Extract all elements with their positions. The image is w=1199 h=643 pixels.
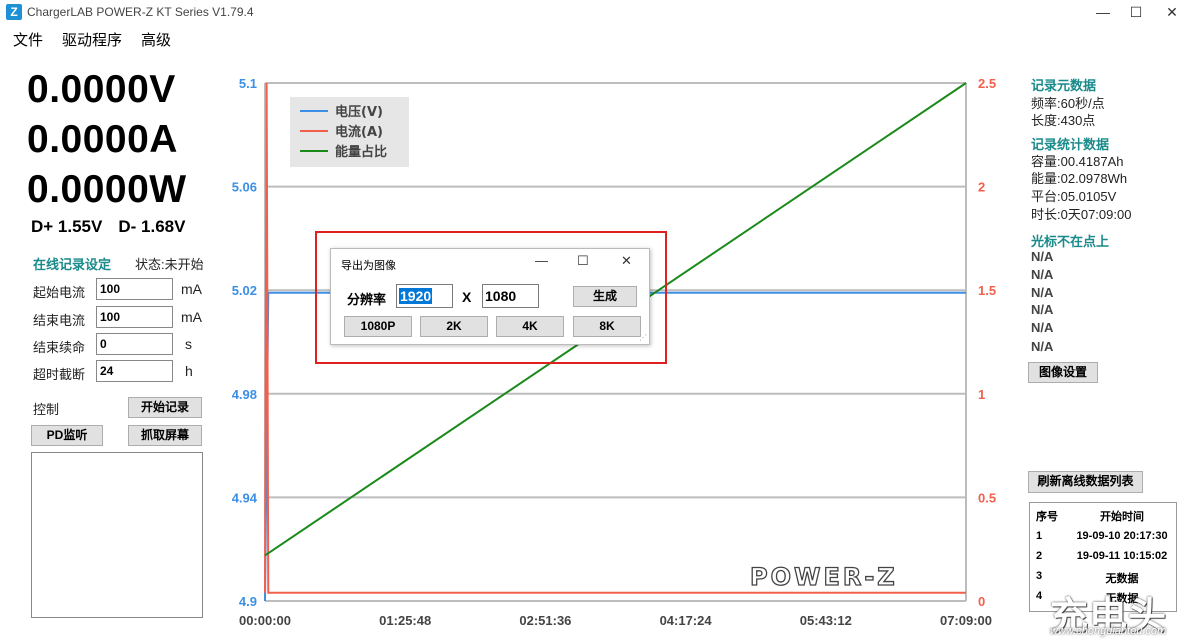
image-settings-button[interactable]: 图像设置 <box>1028 362 1098 383</box>
close-button[interactable]: ✕ <box>1149 0 1195 26</box>
timeout-label: 超时截断 <box>33 367 86 382</box>
resize-grip-icon[interactable]: ⋰ <box>639 333 647 342</box>
timeout-input[interactable]: 24 <box>96 360 173 382</box>
cursor-value: N/A <box>1031 339 1054 354</box>
start-current-unit: mA <box>181 281 202 297</box>
start-current-input[interactable]: 100 <box>96 278 173 300</box>
cursor-value: N/A <box>1031 320 1054 335</box>
y-left-tick-label: 4.94 <box>232 490 258 505</box>
start-current-label: 起始电流 <box>33 285 86 300</box>
x-tick-label: 05:43:12 <box>800 613 852 628</box>
x-tick-label: 07:09:00 <box>940 613 992 628</box>
y-right-tick-label: 2 <box>978 180 985 195</box>
timeout-unit: h <box>185 363 193 379</box>
x-tick-label: 02:51:36 <box>519 613 571 628</box>
cursor-heading: 光标不在点上 <box>1031 234 1110 249</box>
control-label: 控制 <box>33 402 60 417</box>
row-index: 1 <box>1036 530 1043 542</box>
export-image-dialog: 导出为图像 — ☐ ✕ 分辨率 1920 X 1080 生成 1080P 2K … <box>330 248 650 345</box>
dialog-close-button[interactable]: ✕ <box>621 253 632 269</box>
dialog-maximize-button[interactable]: ☐ <box>577 253 589 269</box>
stat-energy: 能量:02.0978Wh <box>1031 171 1128 186</box>
table-row[interactable]: 1 19-09-10 20:17:30 <box>1030 530 1176 550</box>
legend-label: 能量占比 <box>335 144 387 160</box>
watermark: 充电头 www.chongdiantou.com <box>1040 585 1196 639</box>
times-label: X <box>462 289 472 305</box>
row-start-time: 19-09-10 20:17:30 <box>1076 530 1168 542</box>
menu-advanced[interactable]: 高级 <box>141 30 171 52</box>
record-length: 长度:430点 <box>1031 113 1096 128</box>
app-window: Z ChargerLAB POWER-Z KT Series V1.79.4 —… <box>0 0 1199 643</box>
width-value: 1920 <box>399 288 433 304</box>
refresh-offline-list-button[interactable]: 刷新离线数据列表 <box>1028 471 1143 493</box>
table-row[interactable]: 2 19-09-11 10:15:02 <box>1030 550 1176 570</box>
preset-4k-button[interactable]: 4K <box>496 316 564 337</box>
y-right-tick-label: 1.5 <box>978 283 996 298</box>
stat-platform: 平台:05.0105V <box>1031 189 1117 204</box>
cursor-value: N/A <box>1031 249 1054 264</box>
y-left-tick-label: 4.9 <box>239 594 257 609</box>
row-start-time: 19-09-11 10:15:02 <box>1076 550 1168 562</box>
voltage-readout: 0.0000V <box>27 68 176 111</box>
y-left-tick-label: 5.02 <box>232 283 257 298</box>
width-input[interactable]: 1920 <box>396 284 453 308</box>
generate-button[interactable]: 生成 <box>573 286 637 307</box>
end-extend-label: 结束续命 <box>33 340 86 355</box>
y-left-tick-label: 4.98 <box>232 387 257 402</box>
end-extend-input[interactable]: 0 <box>96 333 173 355</box>
dialog-minimize-button[interactable]: — <box>535 253 548 268</box>
power-readout: 0.0000W <box>27 168 187 211</box>
watermark-url: www.chongdiantou.com <box>1050 625 1167 637</box>
row-start-time: 无数据 <box>1105 573 1139 585</box>
stat-duration: 时长:0天07:09:00 <box>1031 207 1132 222</box>
start-record-button[interactable]: 开始记录 <box>128 397 202 418</box>
window-title: ChargerLAB POWER-Z KT Series V1.79.4 <box>27 5 254 19</box>
resolution-label: 分辨率 <box>347 292 387 307</box>
y-left-tick-label: 5.1 <box>239 76 257 91</box>
header-start-time: 开始时间 <box>1100 511 1144 523</box>
current-readout: 0.0000A <box>27 118 178 161</box>
record-status: 状态:未开始 <box>135 257 204 272</box>
cursor-value: N/A <box>1031 267 1054 282</box>
header-index: 序号 <box>1036 511 1058 523</box>
preset-1080p-button[interactable]: 1080P <box>344 316 412 337</box>
dplus-readout: D+ 1.55V <box>31 217 103 236</box>
y-left-tick-label: 5.06 <box>232 180 257 195</box>
end-extend-unit: s <box>185 336 192 352</box>
y-right-tick-label: 0 <box>978 594 985 609</box>
cursor-value: N/A <box>1031 285 1054 300</box>
cursor-value: N/A <box>1031 302 1054 317</box>
online-record-heading: 在线记录设定 <box>33 257 112 272</box>
x-tick-label: 04:17:24 <box>660 613 713 628</box>
y-right-tick-label: 2.5 <box>978 76 996 91</box>
y-right-tick-label: 1 <box>978 387 985 402</box>
log-listbox[interactable] <box>31 452 203 618</box>
menu-file[interactable]: 文件 <box>13 30 43 52</box>
meta-heading: 记录元数据 <box>1031 78 1097 93</box>
row-index: 2 <box>1036 550 1043 562</box>
end-current-input[interactable]: 100 <box>96 306 173 328</box>
power-z-logo: POWER-Z <box>750 563 898 591</box>
pd-monitor-button[interactable]: PD监听 <box>31 425 103 446</box>
row-index: 3 <box>1036 570 1043 582</box>
x-tick-label: 00:00:00 <box>239 613 291 628</box>
menu-bar: 文件 驱动程序 高级 <box>0 30 177 52</box>
y-right-tick-label: 0.5 <box>978 490 996 505</box>
end-current-label: 结束电流 <box>33 313 86 328</box>
dminus-readout: D- 1.68V <box>118 217 186 236</box>
dialog-title: 导出为图像 <box>341 260 396 272</box>
legend-label: 电流(A) <box>335 124 383 140</box>
preset-8k-button[interactable]: 8K <box>573 316 641 337</box>
end-current-unit: mA <box>181 309 202 325</box>
preset-2k-button[interactable]: 2K <box>420 316 488 337</box>
height-input[interactable]: 1080 <box>482 284 539 308</box>
legend-label: 电压(V) <box>335 104 383 120</box>
app-logo-icon: Z <box>6 4 22 20</box>
menu-driver[interactable]: 驱动程序 <box>62 30 122 52</box>
table-header: 序号 开始时间 <box>1030 508 1176 528</box>
title-bar: Z ChargerLAB POWER-Z KT Series V1.79.4 —… <box>0 0 1199 26</box>
data-line-readout: D+ 1.55V D- 1.68V <box>31 217 201 237</box>
capture-screen-button[interactable]: 抓取屏幕 <box>128 425 202 446</box>
x-tick-label: 01:25:48 <box>379 613 431 628</box>
